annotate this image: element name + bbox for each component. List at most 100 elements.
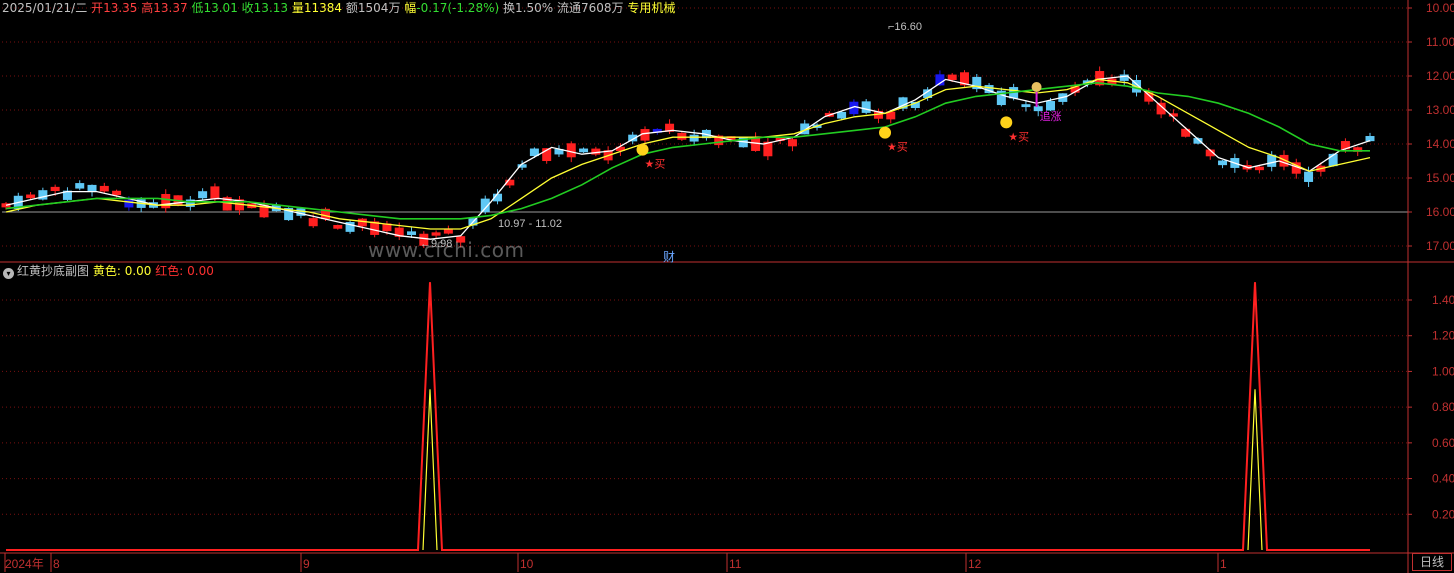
grid-lines [2, 7, 1408, 515]
sub-panel-header: ▾ 红黄抄底副图 黄色: 0.00 红色: 0.00 [3, 264, 214, 279]
high-price-label: ⌐16.60 [888, 21, 922, 33]
high-label: 高 [141, 1, 154, 15]
candle-body [861, 101, 871, 113]
change-label: 幅 [404, 1, 417, 15]
red-indicator-line [6, 282, 1370, 551]
candle-body [198, 191, 208, 199]
money-bag-icon [1031, 82, 1042, 92]
candle-body [161, 193, 171, 209]
candle-body [333, 225, 343, 229]
open-label: 开 [91, 1, 104, 15]
month-label: 10 [520, 557, 534, 571]
month-label: 9 [303, 557, 310, 571]
candle-body [124, 199, 134, 208]
candle-body [566, 143, 576, 158]
quote-header: 2025/01/21/二 开13.35 高13.37 低13.01 收13.13… [2, 1, 675, 15]
red-label: 红色: [155, 264, 184, 278]
yellow-label: 黄色: [92, 264, 121, 278]
month-label: 12 [968, 557, 982, 571]
price-tick-label: 13.00 [1426, 103, 1454, 117]
candle-body [591, 148, 601, 155]
candle-body [689, 134, 699, 142]
candle-body [431, 232, 441, 236]
candle-body [26, 194, 36, 199]
surge-signal-label: 追涨 [1040, 109, 1062, 123]
candle-body [1181, 128, 1191, 137]
sub-tick-label: 1.20 [1432, 329, 1454, 343]
float-label: 流通 [556, 1, 581, 15]
ma-line-ma_mid_yellow [5, 78, 1371, 230]
watermark: www.cfchi.com [368, 238, 525, 262]
volume-label: 量 [291, 1, 304, 15]
candle-body [1021, 104, 1031, 108]
period-button[interactable]: 日线 [1412, 553, 1452, 571]
month-label: 8 [53, 557, 60, 571]
buy-signal-label: ★买 [645, 158, 666, 171]
quote-date: 2025/01/21/二 [2, 1, 88, 15]
close-label: 收 [241, 1, 254, 15]
month-label: 1 [1220, 557, 1227, 571]
buy-signal-label: ★买 [887, 141, 908, 154]
price-tick-label: 11.00 [1426, 35, 1454, 49]
price-tick-label: 14.00 [1426, 137, 1454, 151]
candle-body [407, 231, 417, 235]
turnover-label: 换 [503, 1, 516, 15]
sub-tick-label: 1.00 [1432, 364, 1454, 378]
candle-body [1365, 136, 1375, 142]
smiley-icon [879, 126, 892, 139]
sector-label: 专用机械 [627, 1, 676, 15]
price-tick-label: 17.00 [1426, 239, 1454, 253]
price-tick-label: 10.00 [1426, 1, 1454, 15]
yellow-value: 0.00 [124, 264, 152, 278]
candle-body [1304, 171, 1314, 182]
month-label: 11 [729, 557, 742, 571]
candle-body [787, 139, 797, 147]
low-label: 低 [191, 1, 204, 15]
change-value: -0.17(-1.28%) [416, 1, 500, 15]
turnover-value: 1.50% [515, 1, 554, 15]
candle-body [99, 185, 109, 192]
candle-body [50, 186, 60, 192]
sub-panel-title: 红黄抄底副图 [17, 264, 90, 278]
amount-value: 1504万 [357, 1, 401, 15]
candle-body [87, 184, 97, 192]
candle-body [112, 190, 122, 196]
candle-body [443, 229, 453, 234]
sub-tick-label: 0.60 [1432, 436, 1454, 450]
smiley-icon [636, 143, 649, 156]
month-label: 2024年 [5, 557, 44, 571]
axes: 17.0016.0015.0014.0013.0012.0011.0010.00… [0, 0, 1454, 573]
finance-marker[interactable]: 财 [663, 248, 675, 265]
price-tick-label: 15.00 [1426, 171, 1454, 185]
moving-average-lines [5, 75, 1371, 240]
float-value: 7608万 [580, 1, 624, 15]
price-tick-label: 12.00 [1426, 69, 1454, 83]
chart-svg: ⌐16.60←9.9810.97 - 11.02★买★买★买追涨追涨 17.00… [0, 0, 1454, 573]
buy-signal-label: ★买 [1008, 130, 1029, 143]
candle-body [579, 148, 589, 153]
open-value: 13.35 [103, 1, 138, 15]
high-value: 13.37 [153, 1, 188, 15]
candle-body [1254, 166, 1264, 171]
sub-tick-label: 1.40 [1432, 293, 1454, 307]
sub-tick-label: 0.80 [1432, 400, 1454, 414]
candle-body [677, 132, 687, 140]
candle-body [308, 218, 318, 227]
collapse-icon[interactable]: ▾ [3, 268, 14, 279]
close-value: 13.13 [253, 1, 289, 15]
candle-body [1218, 160, 1228, 166]
candle-body [210, 186, 220, 200]
sub-tick-label: 0.40 [1432, 472, 1454, 486]
price-tick-label: 16.00 [1426, 205, 1454, 219]
candle-body [837, 111, 847, 119]
sub-indicator-lines [6, 282, 1370, 551]
volume-value: 11384 [303, 1, 343, 15]
smiley-icon [1000, 116, 1013, 129]
sub-tick-label: 0.20 [1432, 507, 1454, 521]
candle-body [357, 218, 367, 227]
signal-markers: ⌐16.60←9.9810.97 - 11.02★买★买★买追涨追涨 [420, 21, 1062, 250]
red-value: 0.00 [187, 264, 214, 278]
range-label: 10.97 - 11.02 [498, 218, 562, 230]
candle-body [947, 74, 957, 81]
low-value: 13.01 [203, 1, 238, 15]
